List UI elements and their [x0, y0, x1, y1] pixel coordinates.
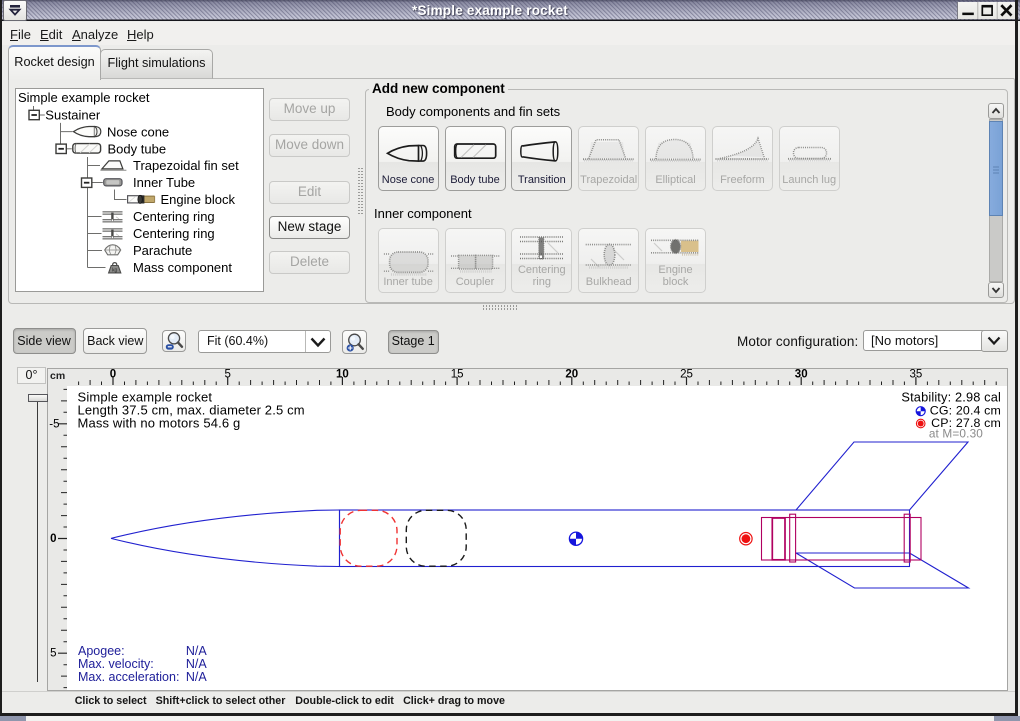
svg-text:10: 10	[336, 369, 349, 381]
svg-text:Max. velocity:: Max. velocity:	[78, 657, 154, 671]
svg-text:30: 30	[795, 369, 808, 381]
svg-text:Max. acceleration:: Max. acceleration:	[78, 670, 179, 684]
svg-text:kg: kg	[112, 267, 118, 273]
svg-text:20: 20	[565, 369, 578, 381]
svg-text:Simple example rocket: Simple example rocket	[18, 90, 150, 105]
svg-text:at M=0.30: at M=0.30	[929, 427, 983, 441]
svg-text:Body tube: Body tube	[108, 142, 167, 157]
svg-text:Centering ring: Centering ring	[133, 209, 215, 224]
svg-text:Trapezoidal fin set: Trapezoidal fin set	[133, 158, 239, 173]
svg-text:5: 5	[50, 648, 56, 660]
svg-text:Sustainer: Sustainer	[45, 107, 101, 122]
svg-text:Inner Tube: Inner Tube	[133, 175, 195, 190]
svg-text:Centering ring: Centering ring	[133, 226, 215, 241]
svg-text:25: 25	[680, 369, 693, 381]
svg-text:35: 35	[910, 369, 923, 381]
svg-text:N/A: N/A	[186, 670, 208, 684]
svg-text:Stability: 2.98 cal: Stability: 2.98 cal	[901, 390, 1001, 405]
svg-text:N/A: N/A	[186, 657, 208, 671]
svg-text:0: 0	[50, 533, 56, 545]
svg-text:0: 0	[110, 369, 116, 381]
svg-text:Apogee:: Apogee:	[78, 644, 125, 658]
svg-text:Nose cone: Nose cone	[107, 124, 169, 139]
svg-text:5: 5	[224, 369, 230, 381]
svg-text:-5: -5	[49, 419, 59, 431]
svg-text:Parachute: Parachute	[133, 243, 192, 258]
svg-text:Mass with no motors 54.6 g: Mass with no motors 54.6 g	[78, 415, 241, 430]
svg-text:Engine block: Engine block	[161, 192, 236, 207]
svg-text:Mass component: Mass component	[133, 260, 232, 275]
svg-text:N/A: N/A	[186, 644, 208, 658]
svg-text:15: 15	[451, 369, 464, 381]
